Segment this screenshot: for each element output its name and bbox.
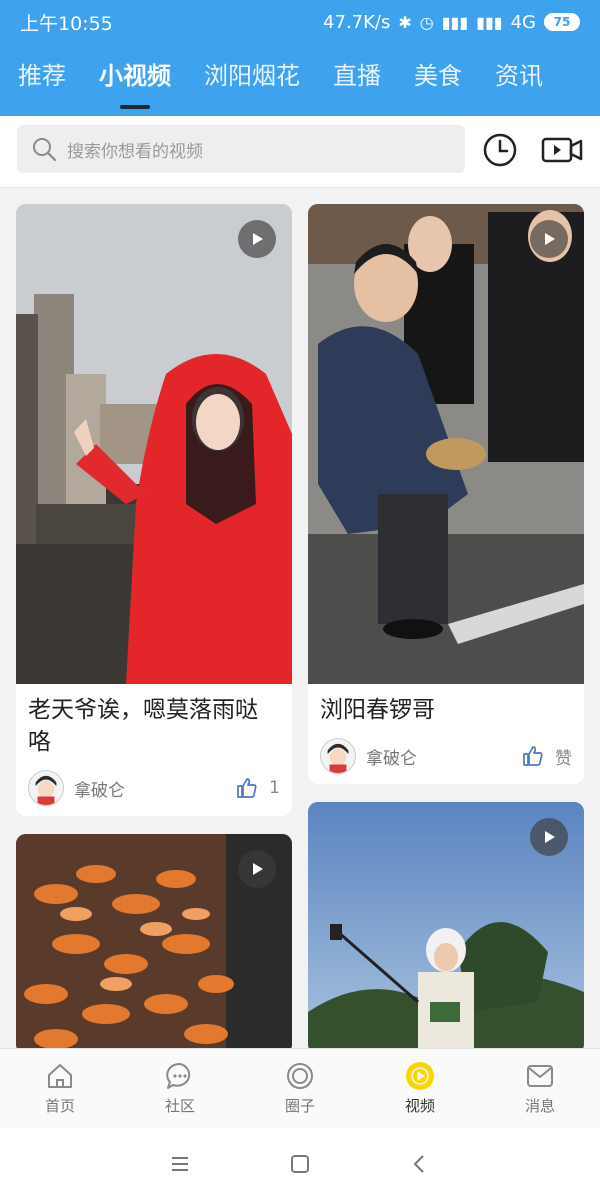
video-thumbnail <box>308 204 584 684</box>
video-card[interactable] <box>16 834 292 1054</box>
chat-icon <box>166 1062 191 1089</box>
nav-community[interactable]: 社区 <box>120 1049 240 1128</box>
play-icon[interactable] <box>530 220 568 258</box>
like-count: 赞 <box>555 748 572 769</box>
signal-icon-2: ▮▮▮ <box>476 12 503 32</box>
category-tabs: 推荐 小视频 浏阳烟花 直播 美食 资讯 <box>0 56 600 106</box>
video-title: 浏阳春锣哥 <box>320 697 435 723</box>
video-card[interactable]: 浏阳春锣哥 拿破仑 赞 <box>308 204 584 784</box>
tab-liuyang-fireworks[interactable]: 浏阳烟花 <box>204 56 300 91</box>
tab-food[interactable]: 美食 <box>414 56 462 91</box>
video-meta: 拿破仑 1 <box>16 760 292 816</box>
author-name[interactable]: 拿破仑 <box>366 744 417 769</box>
network-speed: 47.7K/s <box>323 11 391 33</box>
tab-live[interactable]: 直播 <box>333 56 381 91</box>
nav-video[interactable]: 视频 <box>360 1049 480 1128</box>
video-play-icon <box>406 1062 434 1090</box>
video-card[interactable] <box>308 802 584 1054</box>
play-icon[interactable] <box>238 850 276 888</box>
nav-circle[interactable]: 圈子 <box>240 1049 360 1128</box>
bluetooth-icon: ✱ <box>398 12 412 32</box>
video-camera-icon[interactable] <box>540 130 584 170</box>
circle-icon <box>287 1063 313 1089</box>
nav-home[interactable]: 首页 <box>0 1049 120 1128</box>
avatar[interactable] <box>320 738 356 774</box>
home-icon <box>48 1064 72 1088</box>
nav-community-label: 社区 <box>164 1097 195 1115</box>
nav-messages[interactable]: 消息 <box>480 1049 600 1128</box>
play-icon[interactable] <box>238 220 276 258</box>
history-clock-icon[interactable] <box>480 130 520 170</box>
play-icon[interactable] <box>530 818 568 856</box>
signal-icon: ▮▮▮ <box>441 12 469 32</box>
avatar[interactable] <box>28 770 64 806</box>
back-icon[interactable] <box>408 1152 432 1176</box>
like-button[interactable]: 赞 <box>521 744 572 769</box>
video-thumbnail <box>308 802 584 1054</box>
battery-icon: 75 <box>544 13 580 31</box>
home-square-icon[interactable] <box>288 1152 312 1176</box>
video-meta: 拿破仑 赞 <box>308 728 584 784</box>
like-button[interactable]: 1 <box>235 776 280 800</box>
status-bar: 上午10:55 47.7K/s ✱ ◷ ▮▮▮ ▮▮▮ 4G 75 <box>0 0 600 44</box>
menu-icon[interactable] <box>168 1152 192 1176</box>
alarm-icon: ◷ <box>419 12 434 32</box>
author-name[interactable]: 拿破仑 <box>74 776 125 801</box>
nav-video-label: 视频 <box>404 1097 435 1115</box>
search-input[interactable]: 搜索你想看的视频 <box>17 125 465 173</box>
search-placeholder: 搜索你想看的视频 <box>67 141 203 162</box>
network-type: 4G <box>510 11 536 33</box>
video-thumbnail <box>16 834 292 1054</box>
nav-home-label: 首页 <box>44 1097 75 1115</box>
thumbs-up-icon <box>237 778 257 798</box>
status-time: 上午10:55 <box>20 12 113 35</box>
tab-recommend[interactable]: 推荐 <box>18 56 66 91</box>
status-right: 47.7K/s ✱ ◷ ▮▮▮ ▮▮▮ 4G 75 <box>323 12 580 33</box>
thumbs-up-icon <box>523 746 543 766</box>
mail-icon <box>527 1065 553 1087</box>
search-bar-area: 搜索你想看的视频 <box>0 116 600 188</box>
search-icon <box>31 136 57 162</box>
system-navigation-bar <box>0 1128 600 1200</box>
nav-circle-label: 圈子 <box>284 1097 315 1115</box>
bottom-navigation: 首页 社区 圈子 视频 消息 <box>0 1048 600 1128</box>
tab-short-video[interactable]: 小视频 <box>99 56 171 91</box>
nav-messages-label: 消息 <box>524 1097 555 1115</box>
tab-news[interactable]: 资讯 <box>495 56 543 91</box>
like-count: 1 <box>269 778 280 798</box>
video-card[interactable]: 老天爷诶，嗯莫落雨哒咯 拿破仑 1 <box>16 204 292 816</box>
video-thumbnail <box>16 204 292 684</box>
top-header: 上午10:55 47.7K/s ✱ ◷ ▮▮▮ ▮▮▮ 4G 75 推荐 小视频… <box>0 0 600 116</box>
video-title: 老天爷诶，嗯莫落雨哒咯 <box>28 697 258 755</box>
